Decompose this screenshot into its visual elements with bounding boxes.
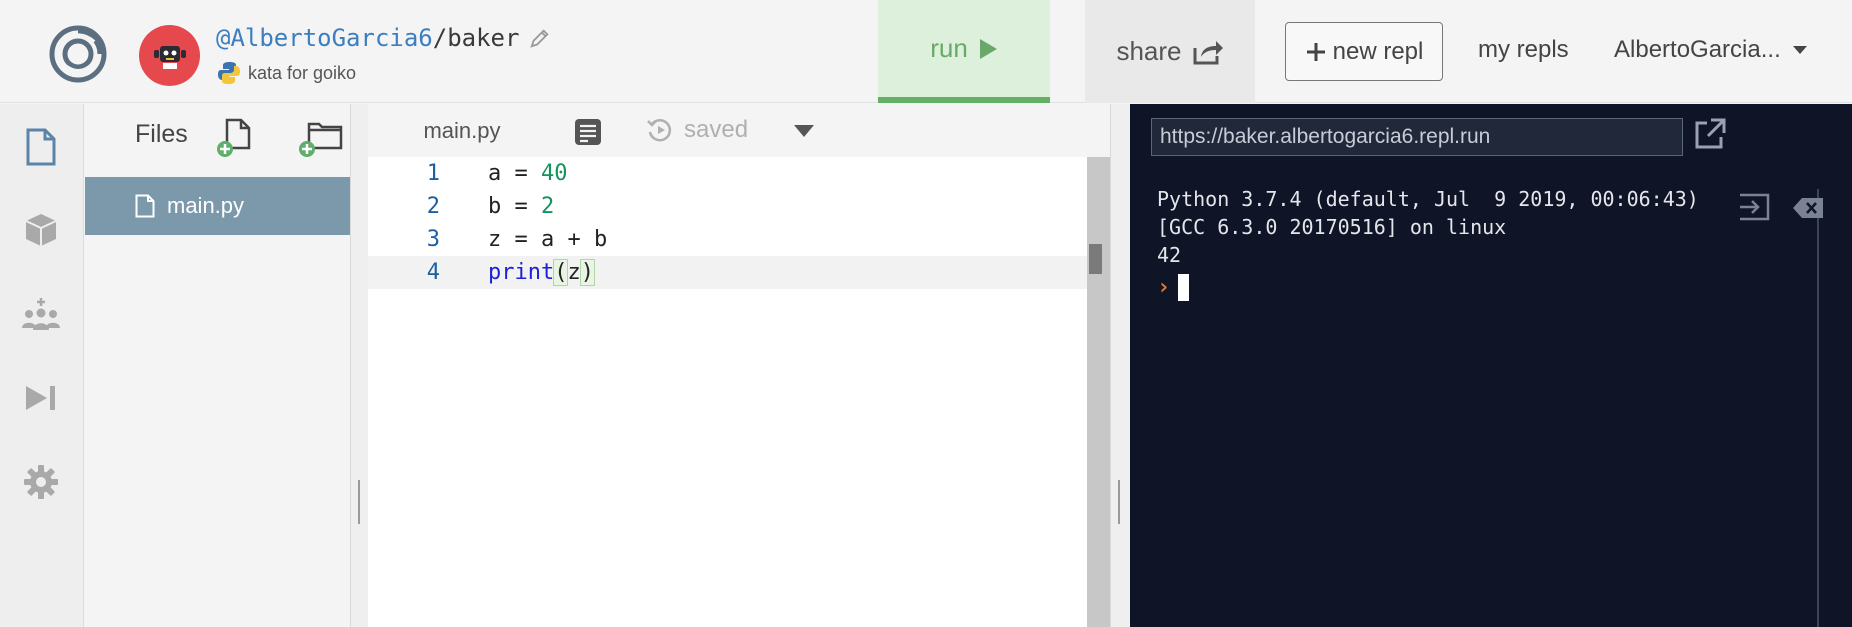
save-status-label: saved xyxy=(684,116,749,143)
line-number: 2 xyxy=(426,194,440,219)
file-item-main-py[interactable]: main.py xyxy=(85,177,350,235)
console-line: Python 3.7.4 (default, Jul 9 2019, 00:06… xyxy=(1157,187,1699,211)
editor-scroll-thumb[interactable] xyxy=(1089,244,1102,274)
repl-app: @AlbertoGarcia6/baker kata for goiko run… xyxy=(0,0,1852,627)
pencil-icon[interactable] xyxy=(529,27,551,49)
code-text[interactable]: a = 40 xyxy=(488,161,567,186)
save-status: saved xyxy=(646,116,748,144)
editor-scrollbar[interactable] xyxy=(1087,157,1110,627)
console-line: [GCC 6.3.0 20170516] on linux xyxy=(1157,215,1507,239)
tab-main-py[interactable]: main.py xyxy=(368,104,556,157)
caret-down-icon xyxy=(1792,46,1807,54)
console-url-bar: https://baker.albertogarcia6.repl.run xyxy=(1130,104,1852,169)
run-label: run xyxy=(930,33,968,63)
prompt-glyph: › xyxy=(1157,275,1171,300)
repl-description: kata for goiko xyxy=(216,60,356,86)
sidebar-rail xyxy=(0,104,84,627)
repl-description-text: kata for goiko xyxy=(248,62,357,83)
code-line[interactable]: 3 z = a + b xyxy=(368,223,1087,256)
repl-title[interactable]: @AlbertoGarcia6/baker xyxy=(216,24,551,52)
my-repls-link[interactable]: my repls xyxy=(1478,36,1569,64)
editor-tab-bar: main.py saved xyxy=(368,104,1110,157)
add-folder-icon[interactable] xyxy=(297,118,343,158)
python-icon xyxy=(218,62,240,84)
package-icon[interactable] xyxy=(20,209,62,251)
history-icon xyxy=(647,119,672,142)
file-icon xyxy=(135,194,155,218)
console-cursor xyxy=(1178,274,1190,301)
line-number: 4 xyxy=(426,260,440,285)
editor-resizer[interactable] xyxy=(1110,104,1130,627)
settings-icon[interactable] xyxy=(20,461,62,503)
clear-console-icon[interactable] xyxy=(1792,197,1824,219)
play-icon xyxy=(979,38,997,59)
file-icon[interactable] xyxy=(20,126,62,168)
add-file-icon[interactable] xyxy=(215,118,255,158)
code-editor[interactable]: 1 a = 40 2 b = 2 3 z = a + b 4 print(z) xyxy=(368,157,1087,627)
code-text[interactable]: z = a + b xyxy=(488,227,607,252)
repl-logo-icon[interactable] xyxy=(48,24,108,84)
files-panel-drag-handle[interactable] xyxy=(358,480,360,524)
open-external-icon[interactable] xyxy=(1693,117,1727,151)
console-divider xyxy=(1817,189,1819,627)
console-panel[interactable]: Python 3.7.4 (default, Jul 9 2019, 00:06… xyxy=(1130,169,1852,627)
format-code-icon[interactable] xyxy=(574,118,602,146)
repl-url-field[interactable]: https://baker.albertogarcia6.repl.run xyxy=(1151,118,1683,156)
code-line[interactable]: 1 a = 40 xyxy=(368,157,1087,190)
title-separator: / xyxy=(432,24,448,52)
new-repl-button[interactable]: new repl xyxy=(1285,22,1443,81)
code-text[interactable]: print(z) xyxy=(488,259,596,286)
console-line: 42 xyxy=(1157,243,1182,267)
line-number: 3 xyxy=(426,227,440,252)
run-button[interactable]: run xyxy=(878,0,1050,103)
console-prompt[interactable]: › xyxy=(1157,274,1190,301)
share-icon xyxy=(1193,40,1223,64)
editor-drag-handle[interactable] xyxy=(1118,480,1120,524)
code-line[interactable]: 4 print(z) xyxy=(368,256,1087,289)
line-number: 1 xyxy=(426,161,440,186)
share-label: share xyxy=(1116,36,1182,66)
code-text[interactable]: b = 2 xyxy=(488,194,554,219)
chevron-down-icon[interactable] xyxy=(794,124,814,137)
console-output: Python 3.7.4 (default, Jul 9 2019, 00:06… xyxy=(1157,185,1699,269)
files-panel: Files main.py xyxy=(85,104,350,627)
files-panel-title: Files xyxy=(135,120,188,148)
debugger-icon[interactable] xyxy=(20,377,62,419)
code-line[interactable]: 2 b = 2 xyxy=(368,190,1087,223)
multiplayer-icon[interactable] xyxy=(20,293,62,335)
exit-icon[interactable] xyxy=(1738,193,1770,221)
files-panel-resizer[interactable] xyxy=(350,104,368,627)
share-button[interactable]: share xyxy=(1085,0,1255,103)
user-menu-label: AlbertoGarcia... xyxy=(1614,36,1781,63)
repl-name[interactable]: baker xyxy=(447,24,519,52)
new-repl-label: new repl xyxy=(1332,37,1424,65)
top-header: @AlbertoGarcia6/baker kata for goiko run… xyxy=(0,0,1852,103)
user-menu[interactable]: AlbertoGarcia... xyxy=(1614,36,1807,64)
robot-avatar-icon[interactable] xyxy=(139,25,200,86)
repl-owner[interactable]: @AlbertoGarcia6 xyxy=(216,24,433,52)
file-item-label: main.py xyxy=(167,193,245,218)
plus-icon xyxy=(1306,42,1325,61)
